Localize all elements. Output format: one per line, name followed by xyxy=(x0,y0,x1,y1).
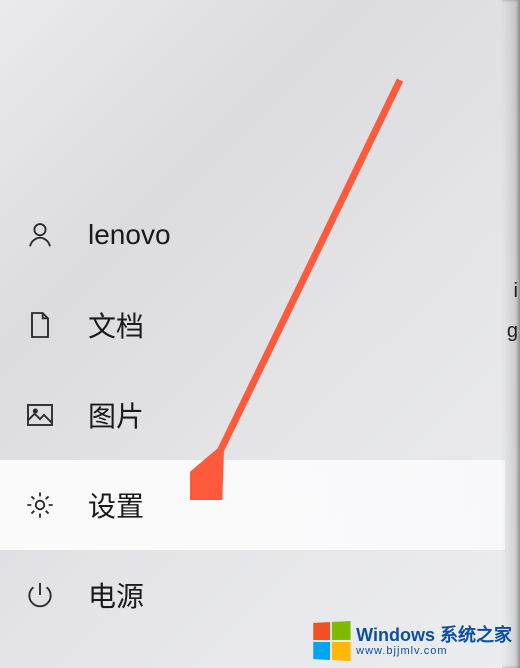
menu-label-power: 电源 xyxy=(88,575,144,615)
gear-icon xyxy=(20,485,60,525)
menu-item-pictures[interactable]: 图片 xyxy=(0,370,505,460)
document-icon xyxy=(20,305,60,345)
menu-item-settings[interactable]: 设置 xyxy=(0,460,505,550)
start-menu-left-rail: lenovo 文档 图片 设置 电源 xyxy=(0,190,505,640)
menu-label-settings: 设置 xyxy=(88,485,144,525)
right-shadow xyxy=(502,0,520,668)
menu-label-user: lenovo xyxy=(88,219,171,251)
menu-item-documents[interactable]: 文档 xyxy=(0,280,505,370)
watermark-url: www.bjjmlv.com xyxy=(356,646,512,657)
power-icon xyxy=(20,575,60,615)
watermark: Windows 系统之家 www.bjjmlv.com xyxy=(312,622,512,660)
menu-label-documents: 文档 xyxy=(88,305,144,345)
person-icon xyxy=(20,215,60,255)
windows-logo-icon xyxy=(313,621,350,661)
watermark-title: Windows 系统之家 xyxy=(356,626,512,644)
menu-label-pictures: 图片 xyxy=(88,395,144,435)
menu-item-user[interactable]: lenovo xyxy=(0,190,505,280)
picture-icon xyxy=(20,395,60,435)
